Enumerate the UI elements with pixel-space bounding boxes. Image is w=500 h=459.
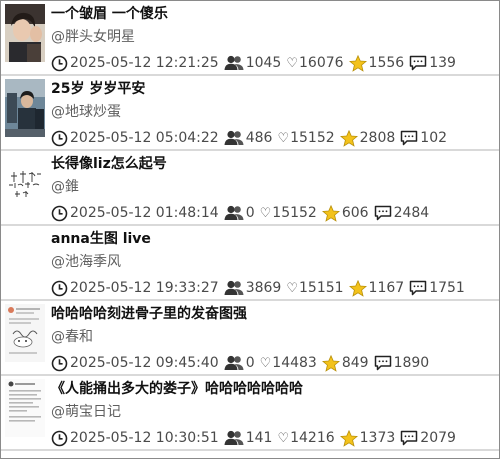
post-item[interactable]: anna生图 live @池海季风 2025-05-12 19:33:27 38… xyxy=(1,226,499,301)
heart-icon: ♡ xyxy=(277,130,290,146)
clock-icon xyxy=(51,280,68,297)
star-icon xyxy=(321,204,340,222)
post-likes: 14483 xyxy=(272,355,317,371)
post-item[interactable]: 《人能捅出多大的娄子》哈哈哈哈哈哈哈 @萌宝日记 2025-05-12 10:3… xyxy=(1,376,499,451)
comment-icon xyxy=(400,130,418,146)
post-favorites: 849 xyxy=(341,355,369,371)
post-author[interactable]: @萌宝日记 xyxy=(51,402,121,422)
post-comments: 102 xyxy=(420,130,448,146)
people-icon xyxy=(224,355,244,371)
comment-icon xyxy=(400,430,418,446)
post-views: 486 xyxy=(245,130,273,146)
people-icon xyxy=(224,130,244,146)
comment-icon xyxy=(374,205,392,221)
post-favorites: 1373 xyxy=(359,430,396,446)
star-icon xyxy=(348,54,367,72)
post-favorites: 606 xyxy=(341,205,369,221)
clock-icon xyxy=(51,430,68,447)
heart-icon: ♡ xyxy=(277,430,290,446)
post-author[interactable]: @春和 xyxy=(51,327,93,347)
people-icon xyxy=(224,55,244,71)
post-thumbnail[interactable] xyxy=(5,79,45,137)
post-feed: 一个皱眉 一个傻乐 @胖头女明星 2025-05-12 12:21:25 104… xyxy=(1,1,499,451)
post-views: 0 xyxy=(245,355,255,371)
post-time: 2025-05-12 09:45:40 xyxy=(70,355,219,371)
post-meta: 2025-05-12 09:45:40 0 ♡ 14483 849 1890 xyxy=(51,353,434,373)
post-favorites: 1167 xyxy=(368,280,405,296)
post-meta: 2025-05-12 10:30:51 141 ♡ 14216 1373 207… xyxy=(51,428,461,448)
clock-icon xyxy=(51,130,68,147)
post-author[interactable]: @錐 xyxy=(51,177,79,197)
people-icon xyxy=(224,280,244,296)
post-title[interactable]: 长得像liz怎么起号 xyxy=(51,154,167,174)
post-author[interactable]: @地球炒蛋 xyxy=(51,102,121,122)
heart-icon: ♡ xyxy=(286,55,298,71)
post-author[interactable]: @池海季风 xyxy=(51,252,121,272)
post-thumbnail[interactable] xyxy=(5,154,45,212)
clock-icon xyxy=(51,355,68,372)
post-title[interactable]: 哈哈哈哈刻进骨子里的发奋图强 xyxy=(51,304,247,324)
post-list-window: 一个皱眉 一个傻乐 @胖头女明星 2025-05-12 12:21:25 104… xyxy=(0,0,500,459)
comment-icon xyxy=(409,55,427,71)
post-comments: 1890 xyxy=(393,355,430,371)
post-likes: 16076 xyxy=(299,55,344,71)
star-icon xyxy=(348,279,367,297)
post-likes: 14216 xyxy=(290,430,335,446)
star-icon xyxy=(321,354,340,372)
post-meta: 2025-05-12 12:21:25 1045 ♡ 16076 1556 13… xyxy=(51,53,461,73)
post-likes: 15152 xyxy=(272,205,317,221)
comment-icon xyxy=(374,355,392,371)
post-meta: 2025-05-12 19:33:27 3869 ♡ 15151 1167 17… xyxy=(51,278,470,298)
post-time: 2025-05-12 19:33:27 xyxy=(70,280,219,296)
post-author[interactable]: @胖头女明星 xyxy=(51,27,135,47)
people-icon xyxy=(224,205,244,221)
post-views: 3869 xyxy=(245,280,282,296)
heart-icon: ♡ xyxy=(259,205,272,221)
post-title[interactable]: 一个皱眉 一个傻乐 xyxy=(51,4,168,24)
post-thumbnail[interactable] xyxy=(5,4,45,62)
post-time: 2025-05-12 05:04:22 xyxy=(70,130,219,146)
post-views: 1045 xyxy=(245,55,282,71)
post-item[interactable]: 长得像liz怎么起号 @錐 2025-05-12 01:48:14 0 ♡ 15… xyxy=(1,151,499,226)
post-thumbnail[interactable] xyxy=(5,229,45,287)
star-icon xyxy=(339,429,358,447)
post-likes: 15151 xyxy=(299,280,344,296)
star-icon xyxy=(339,129,358,147)
heart-icon: ♡ xyxy=(286,280,298,296)
post-title[interactable]: 25岁 岁岁平安 xyxy=(51,79,145,99)
post-time: 2025-05-12 10:30:51 xyxy=(70,430,219,446)
post-time: 2025-05-12 12:21:25 xyxy=(70,55,219,71)
post-comments: 139 xyxy=(429,55,456,71)
post-thumbnail[interactable] xyxy=(5,304,45,362)
post-time: 2025-05-12 01:48:14 xyxy=(70,205,219,221)
post-title[interactable]: 《人能捅出多大的娄子》哈哈哈哈哈哈哈 xyxy=(51,379,303,399)
comment-icon xyxy=(409,280,427,296)
post-item[interactable]: 25岁 岁岁平安 @地球炒蛋 2025-05-12 05:04:22 486 ♡… xyxy=(1,76,499,151)
post-meta: 2025-05-12 05:04:22 486 ♡ 15152 2808 102 xyxy=(51,128,452,148)
post-item[interactable]: 一个皱眉 一个傻乐 @胖头女明星 2025-05-12 12:21:25 104… xyxy=(1,1,499,76)
people-icon xyxy=(224,430,244,446)
post-views: 141 xyxy=(245,430,273,446)
post-thumbnail[interactable] xyxy=(5,379,45,437)
post-favorites: 2808 xyxy=(359,130,396,146)
heart-icon: ♡ xyxy=(259,355,272,371)
post-comments: 2484 xyxy=(393,205,430,221)
post-likes: 15152 xyxy=(290,130,335,146)
post-comments: 2079 xyxy=(420,430,456,446)
post-comments: 1751 xyxy=(429,280,465,296)
post-views: 0 xyxy=(245,205,255,221)
post-title[interactable]: anna生图 live xyxy=(51,229,151,249)
post-meta: 2025-05-12 01:48:14 0 ♡ 15152 606 2484 xyxy=(51,203,434,223)
post-item[interactable]: 哈哈哈哈刻进骨子里的发奋图强 @春和 2025-05-12 09:45:40 0… xyxy=(1,301,499,376)
post-favorites: 1556 xyxy=(368,55,405,71)
clock-icon xyxy=(51,205,68,222)
clock-icon xyxy=(51,55,68,72)
